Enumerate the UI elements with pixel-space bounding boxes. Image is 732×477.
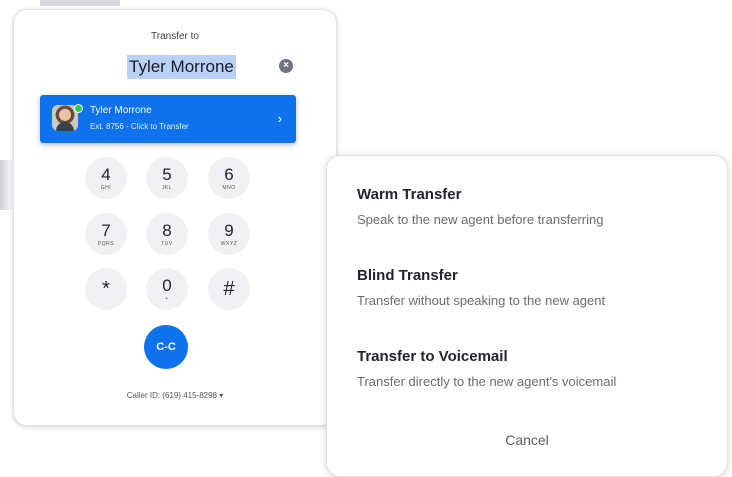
clear-icon[interactable]: × — [279, 59, 293, 73]
key-letters: + — [165, 295, 169, 302]
dial-key-6[interactable]: 6 MNO — [208, 157, 250, 199]
key-letters: TUV — [161, 240, 173, 247]
key-digit: * — [102, 278, 110, 300]
key-digit: 9 — [224, 220, 234, 240]
cancel-button[interactable]: Cancel — [327, 432, 727, 448]
transfer-title: Transfer to — [151, 31, 199, 42]
transfer-options-menu: Warm Transfer Speak to the new agent bef… — [326, 155, 728, 477]
key-digit: 5 — [162, 164, 172, 184]
key-digit: 7 — [101, 220, 111, 240]
contact-name: Tyler Morrone — [90, 105, 152, 116]
blind-transfer-option[interactable]: Blind Transfer Transfer without speaking… — [357, 267, 605, 308]
option-title: Warm Transfer — [357, 186, 462, 203]
contact-extension: Ext. 8756 - Click to Transfer — [90, 122, 189, 131]
key-letters: GHI — [100, 184, 112, 191]
option-description: Transfer without speaking to the new age… — [357, 293, 606, 308]
dial-key-8[interactable]: 8 TUV — [146, 213, 188, 255]
dial-key-9[interactable]: 9 WXYZ — [208, 213, 250, 255]
dial-key-0[interactable]: 0 + — [146, 268, 188, 310]
caller-id-selector[interactable]: Caller ID: (619) 415-8298 ▾ — [14, 391, 336, 400]
chevron-right-icon: › — [277, 111, 282, 126]
avatar-body — [56, 122, 74, 131]
key-digit: # — [223, 278, 235, 300]
option-description: Transfer directly to the new agent's voi… — [357, 374, 617, 389]
warm-transfer-option[interactable]: Warm Transfer Speak to the new agent bef… — [357, 186, 603, 227]
dial-key-4[interactable]: 4 GHI — [85, 157, 127, 199]
transfer-to-voicemail-option[interactable]: Transfer to Voicemail Transfer directly … — [357, 348, 616, 389]
transfer-search-row: Tyler Morrone × — [14, 55, 336, 81]
option-title: Transfer to Voicemail — [357, 348, 508, 365]
option-description: Speak to the new agent before transferri… — [357, 212, 604, 227]
phone-transfer-icon: C-C — [156, 341, 176, 353]
contact-search-result[interactable]: Tyler Morrone Ext. 8756 - Click to Trans… — [40, 95, 296, 143]
transfer-dialpad-panel: Transfer to Tyler Morrone × Tyler Morron… — [13, 9, 337, 426]
option-title: Blind Transfer — [357, 267, 458, 284]
key-digit: 8 — [162, 220, 172, 240]
dial-key-5[interactable]: 5 JKL — [146, 157, 188, 199]
dial-key-star[interactable]: * — [85, 268, 127, 310]
key-digit: 6 — [224, 164, 234, 184]
key-letters: MNO — [222, 184, 236, 191]
dial-key-7[interactable]: 7 PQRS — [85, 213, 127, 255]
key-digit: 4 — [101, 164, 111, 184]
key-digit: 0 — [162, 275, 172, 295]
key-letters: JKL — [161, 184, 173, 191]
background-window-edge — [0, 160, 14, 210]
dial-key-hash[interactable]: # — [208, 268, 250, 310]
key-letters: PQRS — [97, 240, 115, 247]
key-letters: WXYZ — [220, 240, 238, 247]
transfer-call-button[interactable]: C-C — [144, 325, 188, 369]
presence-status-icon — [74, 104, 83, 113]
transfer-search-input[interactable]: Tyler Morrone — [127, 55, 236, 79]
background-window-edge — [40, 0, 120, 6]
